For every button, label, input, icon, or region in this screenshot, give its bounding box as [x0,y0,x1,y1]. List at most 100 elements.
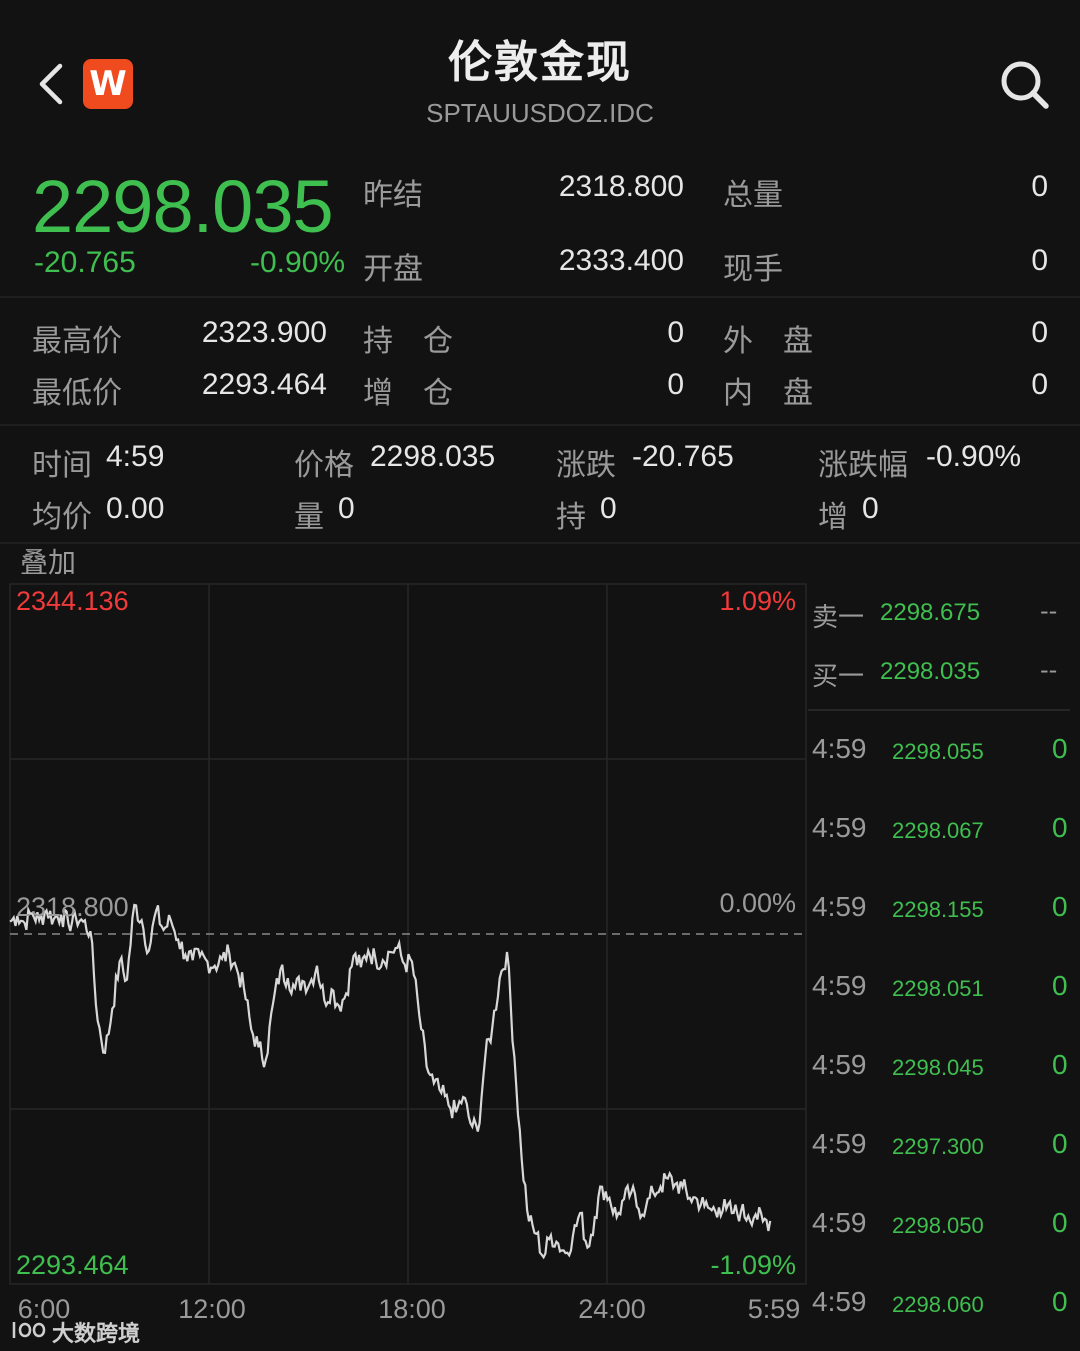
y-min-label: 2293.464 [16,1250,129,1280]
add-value: 0 [667,368,684,401]
total-volume-value: 0 [1031,170,1048,203]
last-price: 2298.035 [32,165,334,248]
watermark-text: 大数跨境 [52,1322,141,1347]
overlay-button[interactable]: 叠加 [20,541,76,581]
open-label: 开盘 [363,252,423,287]
outer-value: 0 [1031,316,1048,349]
tick-time: 4:59 [812,891,867,922]
divider [0,296,1080,298]
tick-time: 4:59 [812,733,867,764]
high-value: 2323.900 [201,316,327,349]
reference-label: 2318.800 [16,892,129,922]
tick-price: 2297.300 [892,1134,984,1159]
tick-volume: 0 [1052,1286,1068,1317]
cursor-change-label: 涨跌 [556,448,616,483]
tick-time: 4:59 [812,1049,867,1080]
tick-price: 2298.050 [892,1213,984,1238]
outer-label: 外 盘 [723,324,813,359]
low-label: 最低价 [32,376,122,411]
page-title: 伦敦金现 [448,37,632,88]
current-hand-value: 0 [1031,244,1048,277]
tick-volume: 0 [1052,733,1068,764]
cursor-add-value: 0 [862,492,879,525]
x-tick-label: 12:00 [178,1294,246,1324]
cursor-change-pct-label: 涨跌幅 [818,448,908,483]
tick-volume: 0 [1052,1049,1068,1080]
tick-row: 4:59 2298.155 0 [808,891,1080,931]
inner-label: 内 盘 [723,376,813,411]
cursor-price-label: 价格 [294,448,354,483]
open-value: 2333.400 [558,244,684,277]
cursor-time-value: 4:59 [106,440,165,473]
y-min-pct-label: -1.09% [710,1250,796,1280]
hold-label: 持 仓 [363,324,453,359]
price-line [9,903,772,1260]
tick-row: 4:59 2298.051 0 [808,970,1080,1010]
hold-value: 0 [667,316,684,349]
search-icon[interactable] [998,58,1052,112]
divider [0,424,1080,426]
x-tick-label: 24:00 [578,1294,646,1324]
bid-label: 买一 [812,662,865,692]
cursor-price-value: 2298.035 [370,440,496,473]
book-divider [808,709,1070,711]
ask-label: 卖一 [812,603,865,633]
ask-row: 卖一 2298.675 -- [808,597,1080,637]
inner-value: 0 [1031,368,1048,401]
ask-price: 2298.675 [880,599,981,626]
cursor-add-label: 增 [818,500,848,535]
cursor-change-pct-value: -0.90% [926,440,1022,473]
cursor-hold-label: 持 [556,500,586,535]
bid-price: 2298.035 [880,658,981,685]
current-hand-label: 现手 [723,252,783,287]
cursor-hold-value: 0 [600,492,617,525]
high-label: 最高价 [32,324,122,359]
tick-time: 4:59 [812,1128,867,1159]
low-value: 2293.464 [201,368,327,401]
price-change: -20.765 [34,246,136,279]
price-change-percent: -0.90% [250,246,346,279]
bid-row: 买一 2298.035 -- [808,656,1080,696]
order-book-panel: 卖一 2298.675 -- 买一 2298.035 -- 4:59 2298.0… [808,583,1080,1351]
tick-row: 4:59 2298.067 0 [808,812,1080,852]
y-max-pct-label: 1.09% [719,586,796,616]
intraday-chart[interactable]: 2344.136 1.09% 2318.800 0.00% 2293.464 -… [0,580,808,1340]
tick-row: 4:59 2298.045 0 [808,1049,1080,1089]
tick-row: 4:59 2298.055 0 [808,733,1080,773]
add-label: 增 仓 [363,376,453,411]
cursor-volume-value: 0 [338,492,355,525]
cursor-change-value: -20.765 [632,440,734,473]
tick-volume: 0 [1052,1128,1068,1159]
tick-row: 4:59 2298.060 0 [808,1286,1080,1326]
y-max-label: 2344.136 [16,586,129,616]
tick-row: 4:59 2298.050 0 [808,1207,1080,1247]
reference-pct-label: 0.00% [719,888,796,918]
watermark: 大数跨境 [10,1316,160,1347]
ask-volume: -- [1040,597,1058,625]
divider [0,542,1080,544]
tick-price: 2298.055 [892,739,984,764]
tick-time: 4:59 [812,1286,867,1317]
tick-price: 2298.155 [892,897,984,922]
tick-volume: 0 [1052,891,1068,922]
tick-time: 4:59 [812,1207,867,1238]
tick-price: 2298.045 [892,1055,984,1080]
watermark-logo-icon [12,1322,46,1338]
tick-volume: 0 [1052,1207,1068,1238]
cursor-volume-label: 量 [294,500,324,535]
x-tick-label: 5:59 [748,1294,801,1324]
tick-time: 4:59 [812,812,867,843]
x-tick-label: 18:00 [378,1294,446,1324]
tick-price: 2298.051 [892,976,984,1001]
prev-settle-label: 昨结 [363,178,423,213]
cursor-avg-label: 均价 [32,500,92,535]
total-volume-label: 总量 [723,178,783,213]
instrument-code: SPTAUUSDOZ.IDC [426,98,654,128]
cursor-time-label: 时间 [32,448,92,483]
tick-time: 4:59 [812,970,867,1001]
tick-price: 2298.060 [892,1292,984,1317]
tick-volume: 0 [1052,970,1068,1001]
tick-price: 2298.067 [892,818,984,843]
tick-row: 4:59 2297.300 0 [808,1128,1080,1168]
prev-settle-value: 2318.800 [558,170,684,203]
